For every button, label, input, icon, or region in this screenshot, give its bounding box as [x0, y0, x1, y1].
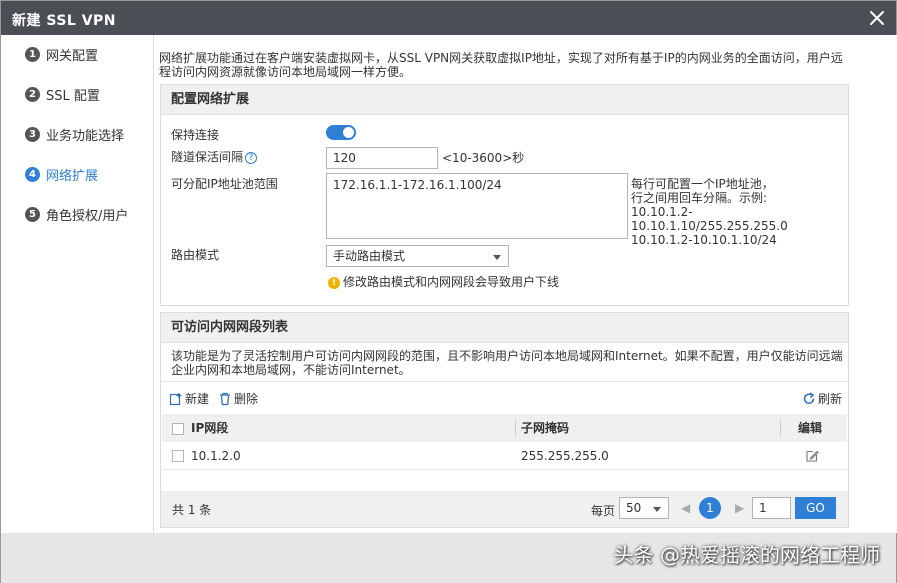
dialog-footer: 头条 @热爱摇滚的网络工程师	[1, 533, 896, 583]
step-label: 业务功能选择	[46, 128, 125, 144]
wizard-steps-sidebar: 1 网关配置 2 SSL 配置 3 业务功能选择 4 网络扩展 5 角色授权/用…	[1, 35, 154, 533]
step-number-badge: 1	[25, 46, 40, 62]
next-page-icon[interactable]: ▶	[735, 501, 744, 515]
accessible-subnet-list-panel: 可访问内网网段列表 该功能是为了灵活控制用户可访问内网网段的范围，且不影响用户访…	[160, 312, 849, 528]
per-page-value: 50	[626, 501, 642, 515]
current-page-button[interactable]: 1	[699, 497, 721, 519]
route-mode-select[interactable]: 手动路由模式	[326, 245, 509, 267]
row-checkbox[interactable]	[172, 450, 184, 462]
add-icon	[169, 392, 182, 405]
chevron-down-icon	[653, 507, 661, 512]
ip-pool-hint-line: 行之间用回车分隔。示例:	[631, 191, 768, 205]
tunnel-interval-input[interactable]: 120	[326, 147, 438, 169]
help-icon[interactable]: ?	[245, 151, 258, 164]
route-mode-value: 手动路由模式	[333, 249, 406, 263]
refresh-button[interactable]: 刷新	[802, 390, 842, 407]
checkbox[interactable]	[172, 422, 184, 435]
step-label: 网关配置	[46, 48, 99, 64]
chevron-down-icon	[493, 255, 501, 260]
table-row: 10.1.2.0 255.255.255.0	[162, 442, 847, 470]
divider	[161, 381, 848, 382]
row-mask: 255.255.255.0	[521, 449, 609, 463]
trash-icon	[220, 392, 230, 405]
ip-pool-hint-line: 10.10.1.2-10.10.1.10/255.255.255.0	[631, 205, 788, 233]
ip-pool-hint-line: 10.10.1.2-10.10.1.10/24	[631, 233, 777, 247]
total-count: 共 1 条	[172, 503, 212, 517]
keep-alive-label: 保持连接	[171, 128, 220, 142]
column-divider	[780, 420, 781, 436]
step-network-extension[interactable]: 4 网络扩展	[25, 163, 98, 185]
dialog-title: 新建 SSL VPN	[12, 13, 117, 29]
ip-pool-label: 可分配IP地址池范围	[171, 177, 278, 191]
ip-pool-textarea[interactable]: 172.16.1.1-172.16.1.100/24	[326, 173, 628, 239]
new-label: 新建	[185, 392, 210, 406]
step-number-badge: 2	[25, 86, 40, 102]
edit-icon[interactable]	[805, 449, 819, 466]
step-gateway-config[interactable]: 1 网关配置	[25, 43, 98, 65]
column-divider	[515, 420, 516, 436]
warning-icon: !	[328, 276, 340, 289]
subnet-table: IP网段 子网掩码 编辑 10.1.2.0 255.255.255.0	[162, 414, 847, 474]
tunnel-interval-hint: <10-3600>秒	[442, 151, 525, 165]
step-label: 角色授权/用户	[46, 208, 129, 224]
route-mode-label: 路由模式	[171, 248, 220, 262]
dialog-titlebar: 新建 SSL VPN	[1, 1, 896, 35]
prev-page-icon[interactable]: ◀	[681, 501, 690, 515]
ip-pool-hint: 每行可配置一个IP地址池， 行之间用回车分隔。示例: 10.10.1.2-10.…	[631, 177, 846, 247]
tunnel-interval-label: 隧道保活间隔?	[171, 148, 258, 165]
network-extension-description: 网络扩展功能通过在客户端安装虚拟网卡，从SSL VPN网关获取虚拟IP地址，实现…	[159, 51, 843, 79]
main-content: 网络扩展功能通过在客户端安装虚拟网卡，从SSL VPN网关获取虚拟IP地址，实现…	[155, 35, 897, 533]
route-warning-text: 修改路由模式和内网网段会导致用户下线	[343, 275, 560, 289]
new-ssl-vpn-dialog: 新建 SSL VPN 1 网关配置 2 SSL 配置 3 业务功能选择 4 网络…	[0, 0, 897, 583]
new-button[interactable]: 新建	[169, 390, 209, 407]
keep-alive-toggle[interactable]	[326, 125, 356, 140]
page-number-input[interactable]: 1	[752, 497, 791, 519]
select-all-checkbox[interactable]	[172, 414, 184, 442]
column-header-ip: IP网段	[191, 414, 229, 442]
config-network-extension-panel: 配置网络扩展 保持连接 隧道保活间隔? 120 <10-3600>秒 可分配IP…	[160, 84, 849, 306]
delete-label: 删除	[234, 392, 259, 406]
column-header-edit: 编辑	[798, 414, 823, 442]
step-ssl-config[interactable]: 2 SSL 配置	[25, 83, 100, 105]
panel-title: 可访问内网网段列表	[161, 313, 848, 343]
tunnel-interval-label-text: 隧道保活间隔	[171, 150, 244, 164]
refresh-label: 刷新	[818, 392, 843, 406]
refresh-icon	[803, 391, 815, 404]
per-page-select[interactable]: 50	[619, 497, 669, 519]
table-footer: 共 1 条 每页 50 ◀ 1 ▶ 1 GO	[161, 491, 848, 527]
go-button[interactable]: GO	[795, 497, 836, 519]
row-ip: 10.1.2.0	[191, 449, 241, 463]
step-label: SSL 配置	[46, 88, 100, 104]
step-service-function[interactable]: 3 业务功能选择	[25, 123, 124, 145]
route-warning: ! 修改路由模式和内网网段会导致用户下线	[328, 273, 559, 290]
watermark-text: 头条 @热爱摇滚的网络工程师	[613, 543, 880, 567]
ip-pool-hint-line: 每行可配置一个IP地址池，	[631, 177, 774, 191]
delete-button[interactable]: 删除	[218, 390, 258, 407]
step-role-authorization[interactable]: 5 角色授权/用户	[25, 203, 128, 225]
subnet-list-description: 该功能是为了灵活控制用户可访问内网网段的范围，且不影响用户访问本地局域网和Int…	[171, 349, 843, 377]
panel-title: 配置网络扩展	[161, 85, 848, 115]
step-number-badge: 5	[25, 206, 40, 222]
step-number-badge: 3	[25, 126, 40, 142]
toggle-knob	[343, 127, 354, 138]
column-header-mask: 子网掩码	[521, 414, 570, 442]
close-icon[interactable]	[866, 7, 888, 29]
step-number-badge: 4	[25, 166, 40, 182]
per-page-label: 每页	[591, 504, 616, 518]
step-label: 网络扩展	[46, 168, 99, 184]
table-header	[162, 414, 847, 442]
